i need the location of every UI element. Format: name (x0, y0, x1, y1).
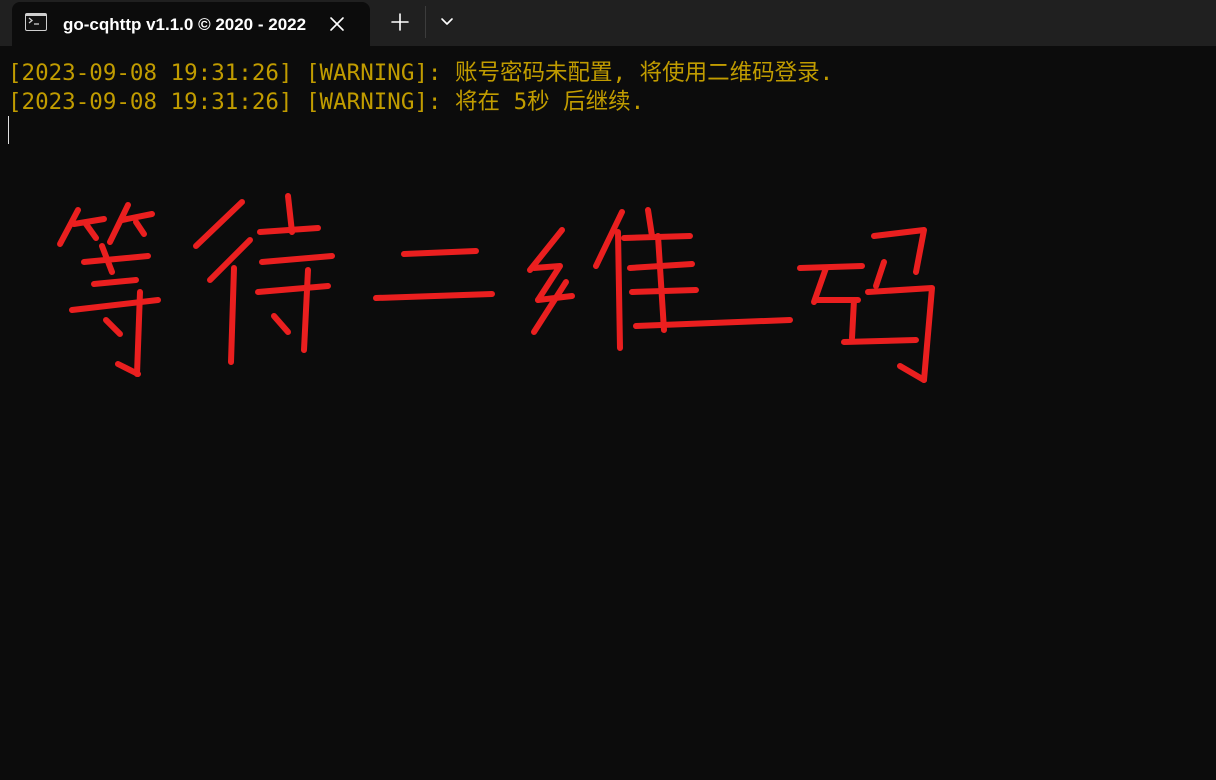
chevron-down-icon[interactable] (434, 9, 460, 35)
terminal-icon (25, 13, 47, 31)
plus-icon[interactable] (386, 9, 414, 35)
tab-go-cqhttp[interactable]: go-cqhttp v1.1.0 © 2020 - 2022 Mrs4s (12, 2, 370, 46)
terminal-output[interactable]: [2023-09-08 19:31:26] [WARNING]: 账号密码未配置… (0, 46, 1216, 780)
tab-bar: go-cqhttp v1.1.0 © 2020 - 2022 Mrs4s (0, 0, 1216, 46)
tab-title: go-cqhttp v1.1.0 © 2020 - 2022 Mrs4s (63, 15, 309, 34)
terminal-window: go-cqhttp v1.1.0 © 2020 - 2022 Mrs4s [20… (0, 0, 1216, 780)
close-icon[interactable] (327, 14, 347, 34)
handwritten-annotation (57, 193, 935, 383)
divider (425, 6, 426, 38)
